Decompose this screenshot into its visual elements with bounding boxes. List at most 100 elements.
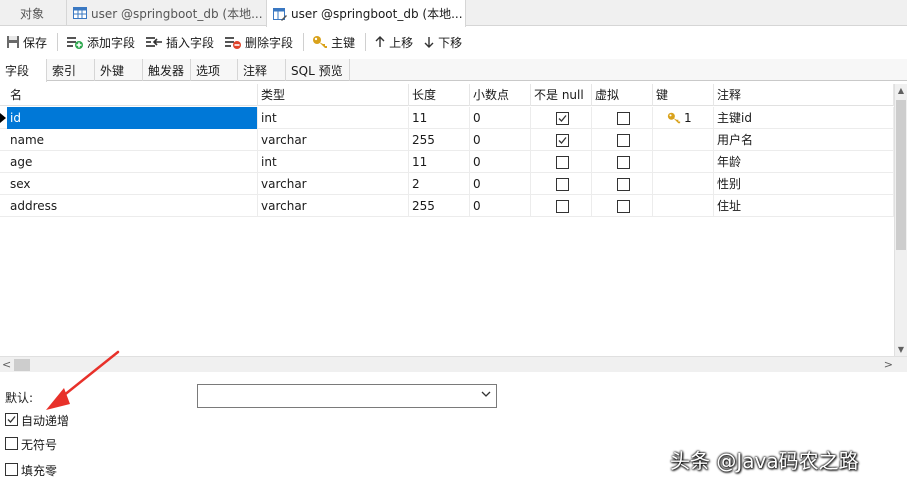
- subtab-sql-preview[interactable]: SQL 预览: [286, 59, 350, 81]
- subtab-indexes[interactable]: 索引: [47, 59, 95, 81]
- cell-type[interactable]: varchar: [258, 195, 409, 217]
- scroll-down-arrow[interactable]: ▼: [895, 345, 907, 354]
- cell-virtual: [592, 151, 653, 173]
- table-row[interactable]: id int 11 0 1 主键id: [0, 107, 894, 129]
- not-null-checkbox[interactable]: [556, 200, 569, 213]
- column-header-not-null[interactable]: 不是 null: [531, 84, 592, 106]
- fields-grid[interactable]: 名 类型 长度 小数点 不是 null 虚拟 键 注释 id int 11 0 …: [0, 84, 894, 356]
- subtab-foreign-keys[interactable]: 外键: [95, 59, 143, 81]
- cell-type[interactable]: varchar: [258, 129, 409, 151]
- subtab-comment[interactable]: 注释: [238, 59, 286, 81]
- table-row[interactable]: address varchar 255 0 住址: [0, 195, 894, 217]
- tab-objects-label: 对象: [19, 6, 44, 21]
- move-up-button[interactable]: 上移: [370, 30, 419, 54]
- not-null-checkbox[interactable]: [556, 112, 569, 125]
- table-row[interactable]: age int 11 0 年龄: [0, 151, 894, 173]
- cell-length[interactable]: 2: [409, 173, 470, 195]
- horizontal-scroll-thumb[interactable]: [14, 359, 30, 371]
- cell-not-null: [531, 151, 592, 173]
- cell-not-null: [531, 107, 592, 129]
- grid-header: 名 类型 长度 小数点 不是 null 虚拟 键 注释: [0, 84, 894, 106]
- table-row[interactable]: name varchar 255 0 用户名: [0, 129, 894, 151]
- cell-type[interactable]: int: [258, 107, 409, 129]
- zerofill-checkbox[interactable]: [5, 463, 18, 476]
- not-null-checkbox[interactable]: [556, 156, 569, 169]
- primary-key-button[interactable]: 主键: [308, 30, 361, 54]
- zerofill-label[interactable]: 填充零: [21, 462, 57, 479]
- cell-comment[interactable]: 主键id: [714, 107, 894, 129]
- auto-increment-checkbox[interactable]: [5, 413, 18, 426]
- scroll-right-arrow[interactable]: >: [884, 358, 893, 371]
- tab-user-table-data-label: user @springboot_db (本地...: [91, 6, 263, 21]
- insert-field-button[interactable]: 插入字段: [141, 30, 220, 54]
- cell-length[interactable]: 255: [409, 195, 470, 217]
- cell-type[interactable]: varchar: [258, 173, 409, 195]
- toolbar-divider: [57, 33, 59, 51]
- cell-comment[interactable]: 性别: [714, 173, 894, 195]
- cell-key[interactable]: [653, 195, 714, 217]
- cell-name[interactable]: sex: [7, 173, 258, 195]
- virtual-checkbox[interactable]: [617, 134, 630, 147]
- column-header-comment[interactable]: 注释: [714, 84, 894, 106]
- column-header-key[interactable]: 键: [653, 84, 714, 106]
- cell-comment[interactable]: 年龄: [714, 151, 894, 173]
- subtab-triggers[interactable]: 触发器: [143, 59, 191, 81]
- column-header-virtual[interactable]: 虚拟: [592, 84, 653, 106]
- column-header-length[interactable]: 长度: [409, 84, 470, 106]
- cell-decimals[interactable]: 0: [470, 173, 531, 195]
- save-label: 保存: [23, 35, 48, 50]
- cell-virtual: [592, 195, 653, 217]
- virtual-checkbox[interactable]: [617, 156, 630, 169]
- cell-decimals[interactable]: 0: [470, 129, 531, 151]
- unsigned-label[interactable]: 无符号: [21, 436, 57, 453]
- subtab-indexes-label: 索引: [52, 63, 77, 78]
- table-row[interactable]: sex varchar 2 0 性别: [0, 173, 894, 195]
- subtab-options[interactable]: 选项: [191, 59, 238, 81]
- cell-comment[interactable]: 用户名: [714, 129, 894, 151]
- delete-field-button[interactable]: 删除字段: [220, 30, 299, 54]
- cell-key[interactable]: [653, 129, 714, 151]
- column-header-decimals[interactable]: 小数点: [470, 84, 531, 106]
- chevron-down-icon: [481, 391, 491, 397]
- cell-decimals[interactable]: 0: [470, 195, 531, 217]
- horizontal-scrollbar[interactable]: < >: [0, 356, 907, 372]
- cell-name[interactable]: address: [7, 195, 258, 217]
- tab-user-table-data[interactable]: user @springboot_db (本地...: [66, 0, 266, 26]
- design-subtabs: 字段 索引 外键 触发器 选项 注释 SQL 预览: [0, 59, 907, 82]
- auto-increment-label[interactable]: 自动递增: [21, 412, 69, 429]
- cell-key[interactable]: [653, 173, 714, 195]
- watermark-text: 头条 @Java码农之路: [670, 449, 859, 473]
- cell-key[interactable]: [653, 151, 714, 173]
- subtab-fields[interactable]: 字段: [0, 59, 47, 82]
- scroll-up-arrow[interactable]: ▲: [895, 86, 907, 95]
- virtual-checkbox[interactable]: [617, 112, 630, 125]
- save-button[interactable]: 保存: [2, 30, 53, 54]
- column-header-name[interactable]: 名: [7, 84, 258, 106]
- tab-objects[interactable]: 对象: [0, 0, 64, 26]
- cell-length[interactable]: 11: [409, 107, 470, 129]
- table-icon: [73, 7, 87, 19]
- unsigned-checkbox[interactable]: [5, 437, 18, 450]
- move-down-button[interactable]: 下移: [419, 30, 468, 54]
- cell-name[interactable]: age: [7, 151, 258, 173]
- default-value-select[interactable]: [197, 384, 497, 408]
- virtual-checkbox[interactable]: [617, 178, 630, 191]
- cell-decimals[interactable]: 0: [470, 107, 531, 129]
- tab-user-table-design[interactable]: user @springboot_db (本地...: [266, 0, 466, 27]
- cell-length[interactable]: 11: [409, 151, 470, 173]
- cell-decimals[interactable]: 0: [470, 151, 531, 173]
- vertical-scroll-thumb[interactable]: [896, 100, 906, 250]
- cell-type[interactable]: int: [258, 151, 409, 173]
- column-header-type[interactable]: 类型: [258, 84, 409, 106]
- not-null-checkbox[interactable]: [556, 134, 569, 147]
- cell-name[interactable]: id: [7, 107, 258, 129]
- vertical-scrollbar[interactable]: ▲ ▼: [894, 84, 907, 356]
- cell-comment[interactable]: 住址: [714, 195, 894, 217]
- cell-length[interactable]: 255: [409, 129, 470, 151]
- scroll-left-arrow[interactable]: <: [2, 358, 11, 371]
- add-field-button[interactable]: 添加字段: [62, 30, 141, 54]
- cell-name[interactable]: name: [7, 129, 258, 151]
- virtual-checkbox[interactable]: [617, 200, 630, 213]
- not-null-checkbox[interactable]: [556, 178, 569, 191]
- cell-key[interactable]: 1: [653, 107, 714, 129]
